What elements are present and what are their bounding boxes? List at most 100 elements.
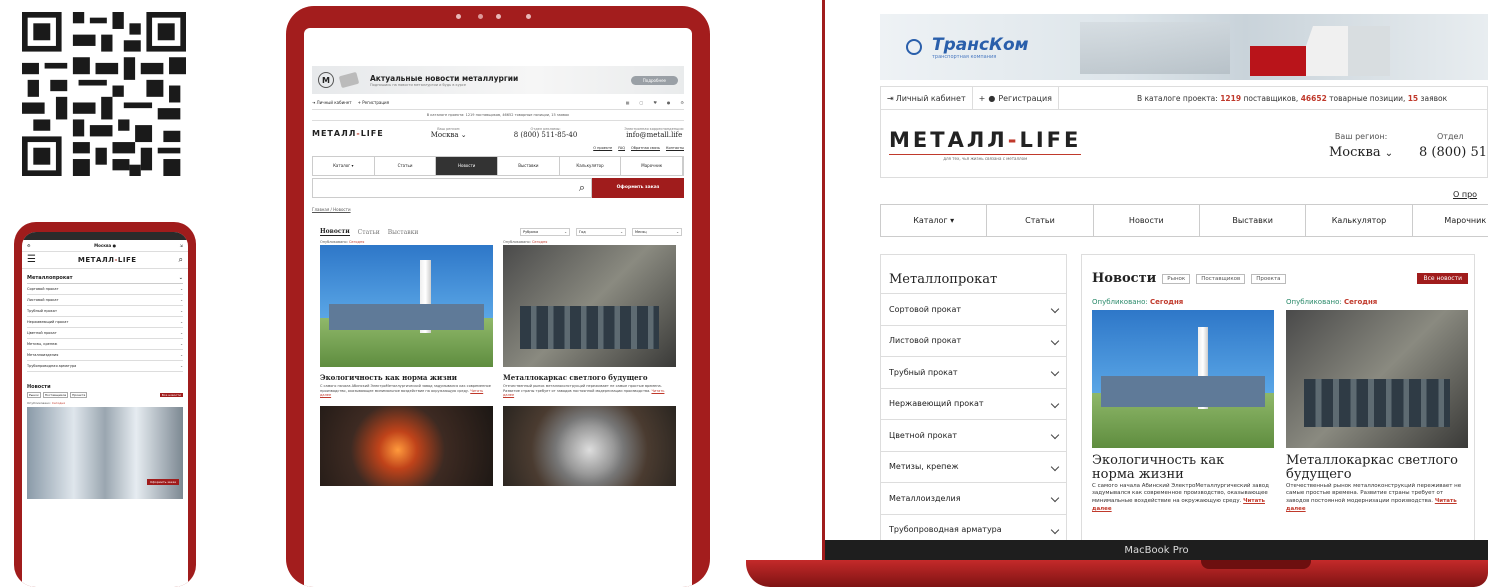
tablet-nav-item[interactable]: Выставки (498, 157, 560, 175)
laptop-sidebar-item[interactable]: Металлоизделия (881, 483, 1066, 515)
tablet-sublink[interactable]: Контакты (666, 146, 684, 150)
tablet-phone[interactable]: 8 (800) 511-85-40 (514, 131, 578, 139)
chevron-down-icon[interactable]: ⌄ (180, 320, 183, 324)
tablet-tab-news[interactable]: Новости (320, 228, 350, 236)
phone-settings-icon[interactable]: ⚙ (27, 243, 31, 248)
tablet-sublink[interactable]: Обратная связь (631, 146, 660, 150)
tablet-banner-button[interactable]: Подробнее (630, 75, 678, 85)
phone-category-item[interactable]: Цветной прокат ⌄ (27, 328, 183, 339)
tablet-register-link[interactable]: + Регистрация (358, 100, 389, 105)
laptop-news-card[interactable]: Опубликовано: Сегодня Металлокаркас свет… (1286, 298, 1468, 513)
tablet-login-link[interactable]: ⇥ Личный кабинет (312, 100, 352, 105)
laptop-news2-photo[interactable] (1286, 310, 1468, 448)
phone-category-item[interactable]: Сортовой прокат ⌄ (27, 284, 183, 295)
chevron-down-icon[interactable]: ⌄ (179, 275, 183, 281)
laptop-sidebar-item[interactable]: Трубопроводная арматура (881, 515, 1066, 541)
phone-category-item[interactable]: Трубный прокат ⌄ (27, 306, 183, 317)
laptop-news2-title[interactable]: Металлокаркас светлого будущего (1286, 453, 1468, 483)
tablet-print-icon[interactable]: ▦ (626, 100, 630, 105)
laptop-news1-title[interactable]: Экологичность как норма жизни (1092, 453, 1242, 483)
laptop-nav-item[interactable]: Статьи (987, 205, 1094, 236)
laptop-sidebar-item[interactable]: Цветной прокат (881, 420, 1066, 452)
chevron-down-icon[interactable]: ⌄ (180, 309, 183, 313)
laptop-nav-item[interactable]: Каталог ▾ (881, 205, 988, 236)
chevron-down-icon[interactable] (1050, 494, 1060, 503)
tablet-news3-photo[interactable] (320, 405, 493, 486)
laptop-news-tab[interactable]: Проекта (1251, 273, 1286, 284)
chevron-down-icon[interactable]: ⌄ (180, 287, 183, 291)
tablet-order-button[interactable]: Оформить заказ (592, 178, 684, 198)
phone-news-tab[interactable]: Проекта (70, 392, 88, 398)
tablet-nav-item[interactable]: Новости (436, 157, 499, 175)
chevron-down-icon[interactable] (1050, 305, 1060, 314)
tablet-doc-icon[interactable]: ▢ (640, 100, 644, 105)
tablet-news-card[interactable]: Опубликовано: Сегодня Экологичность как … (320, 240, 493, 398)
tablet-tab-articles[interactable]: Статьи (358, 229, 380, 236)
chevron-down-icon[interactable]: ⌄ (180, 342, 183, 346)
chevron-down-icon[interactable] (1050, 431, 1060, 440)
phone-category-item[interactable]: Нержавеющий прокат ⌄ (27, 317, 183, 328)
tablet-sublink[interactable]: FAQ (618, 146, 625, 150)
laptop-region-select[interactable]: Москва ⌄ (1329, 145, 1393, 160)
laptop-about-link[interactable]: О про (1453, 190, 1477, 199)
phone-news-tab[interactable]: Рынок (27, 392, 41, 398)
tablet-filter-month[interactable]: Месяц ⌄ (632, 228, 682, 236)
phone-category-item[interactable]: Листовой прокат ⌄ (27, 295, 183, 306)
tablet-sublink[interactable]: О проекте (593, 146, 612, 150)
phone-region[interactable]: Москва (94, 243, 111, 248)
hamburger-menu-icon[interactable]: ☰ (27, 255, 36, 265)
tablet-email[interactable]: info@metall.life (624, 131, 684, 139)
chevron-down-icon[interactable] (1050, 399, 1060, 408)
laptop-nav-item[interactable]: Новости (1094, 205, 1200, 236)
laptop-transkom-banner[interactable]: ТрансКом транспортная компания (880, 14, 1488, 80)
laptop-news-tab[interactable]: Поставщиков (1196, 273, 1246, 284)
tablet-news-card[interactable]: Опубликовано: Сегодня Металлокаркас свет… (503, 240, 676, 398)
tablet-nav-item[interactable]: Каталог ▾ (313, 157, 375, 175)
tablet-region-select[interactable]: Москва ⌄ (431, 131, 467, 139)
phone-all-news-button[interactable]: Все новости (159, 393, 183, 397)
laptop-news1-photo[interactable] (1092, 310, 1274, 448)
laptop-sidebar-item[interactable]: Сортовой прокат (881, 294, 1066, 326)
tablet-filter-year[interactable]: Год ⌄ (576, 228, 626, 236)
chevron-down-icon[interactable] (1050, 336, 1060, 345)
phone-logo[interactable]: МЕТАЛЛ-LIFE (78, 256, 137, 264)
laptop-register-link[interactable]: + ● Регистрация (973, 87, 1059, 109)
laptop-all-news-button[interactable]: Все новости (1417, 273, 1468, 284)
phone-order-button[interactable]: Оформить заказ (146, 479, 179, 485)
laptop-sidebar-item[interactable]: Листовой прокат (881, 326, 1066, 357)
search-icon[interactable]: ⌕ (579, 181, 585, 195)
laptop-phone[interactable]: 8 (800) 511 (1419, 145, 1488, 160)
laptop-news-tab[interactable]: Рынок (1162, 273, 1191, 284)
chevron-down-icon[interactable]: ⌄ (180, 298, 183, 302)
tablet-vk-icon[interactable]: ● (667, 100, 671, 105)
tablet-breadcrumb[interactable]: Главная / Новости (312, 207, 684, 212)
tablet-news2-title[interactable]: Металлокаркас светлого будущего (503, 373, 676, 382)
phone-news-tab[interactable]: Поставщиков (42, 392, 69, 398)
phone-category-item[interactable]: Метизы, крепеж ⌄ (27, 339, 183, 350)
tablet-news1-photo[interactable] (320, 245, 493, 367)
tablet-news4-photo[interactable] (503, 405, 676, 486)
laptop-nav-item[interactable]: Калькулятор (1306, 205, 1413, 236)
tablet-nav-item[interactable]: Калькулятор (560, 157, 622, 175)
tablet-settings-icon[interactable]: ⚙ (680, 100, 684, 105)
chevron-down-icon[interactable] (1050, 525, 1060, 534)
laptop-login-link[interactable]: ⇥ Личный кабинет (881, 87, 973, 109)
tablet-news1-title[interactable]: Экологичность как норма жизни (320, 373, 493, 382)
laptop-nav-item[interactable]: Выставки (1200, 205, 1307, 236)
phone-news-photo[interactable]: Оформить заказ (27, 407, 183, 499)
chevron-down-icon[interactable] (1050, 462, 1060, 471)
phone-category-item[interactable]: Металлоизделия ⌄ (27, 350, 183, 361)
tablet-news2-photo[interactable] (503, 245, 676, 367)
chevron-down-icon[interactable]: ⌄ (180, 364, 183, 368)
laptop-sidebar-item[interactable]: Нержавеющий прокат (881, 389, 1066, 420)
tablet-top-banner[interactable]: M Актуальные новости металлургии Подпиши… (312, 66, 684, 94)
phone-cart-icon[interactable]: ⇲ (180, 243, 183, 248)
laptop-news-card[interactable]: Опубликовано: Сегодня Экологичность как … (1092, 298, 1274, 513)
chevron-down-icon[interactable] (1050, 368, 1060, 377)
chevron-down-icon[interactable]: ⌄ (180, 353, 183, 357)
phone-search-icon[interactable]: ⌕ (179, 255, 183, 265)
tablet-twitter-icon[interactable]: ♥ (653, 100, 657, 105)
tablet-search-input[interactable]: ⌕ (312, 178, 592, 198)
tablet-logo[interactable]: МЕТАЛЛ-LIFE (312, 129, 384, 138)
laptop-sidebar-item[interactable]: Трубный прокат (881, 357, 1066, 389)
